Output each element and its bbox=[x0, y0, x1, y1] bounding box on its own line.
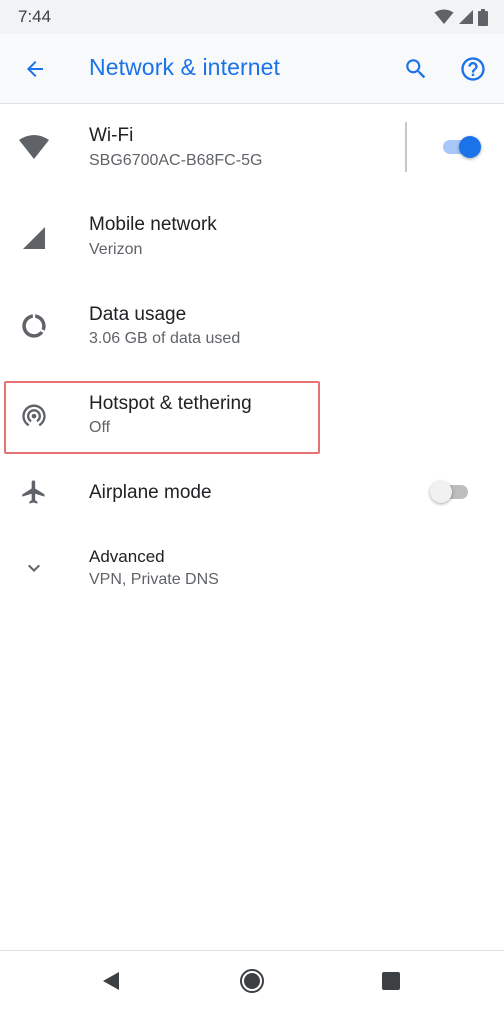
help-icon bbox=[461, 57, 485, 81]
mobile-network-row[interactable]: Mobile network Verizon bbox=[0, 191, 504, 280]
advanced-subtitle: VPN, Private DNS bbox=[89, 571, 219, 588]
wifi-toggle[interactable] bbox=[439, 136, 481, 158]
wifi-row[interactable]: Wi-Fi SBG6700AC-B68FC-5G bbox=[0, 103, 504, 191]
nav-back-button[interactable] bbox=[93, 963, 129, 999]
status-bar: 7:44 bbox=[0, 0, 504, 34]
nav-bar bbox=[0, 950, 504, 1009]
page-title: Network & internet bbox=[89, 54, 280, 80]
advanced-title: Advanced bbox=[89, 547, 165, 566]
airplane-icon bbox=[16, 474, 52, 510]
signal-icon bbox=[16, 220, 52, 256]
back-button[interactable] bbox=[14, 48, 56, 90]
recents-square-icon bbox=[382, 972, 400, 990]
home-circle-icon bbox=[240, 969, 264, 993]
data-usage-subtitle: 3.06 GB of data used bbox=[89, 330, 241, 347]
status-icons bbox=[434, 8, 488, 26]
airplane-mode-toggle[interactable] bbox=[430, 481, 472, 503]
back-triangle-icon bbox=[103, 972, 119, 990]
wifi-subtitle: SBG6700AC-B68FC-5G bbox=[89, 152, 263, 169]
data-usage-row[interactable]: Data usage 3.06 GB of data used bbox=[0, 280, 504, 369]
wifi-divider bbox=[405, 122, 407, 172]
signal-icon bbox=[459, 10, 473, 24]
advanced-row[interactable]: Advanced VPN, Private DNS bbox=[0, 526, 504, 608]
wifi-icon bbox=[16, 129, 52, 165]
hotspot-highlight bbox=[4, 381, 320, 454]
airplane-mode-title: Airplane mode bbox=[89, 482, 212, 503]
search-button[interactable] bbox=[395, 48, 437, 90]
wifi-title: Wi-Fi bbox=[89, 125, 134, 146]
data-usage-title: Data usage bbox=[89, 304, 187, 325]
mobile-network-title: Mobile network bbox=[89, 214, 217, 235]
status-time: 7:44 bbox=[18, 7, 52, 26]
help-button[interactable] bbox=[452, 48, 494, 90]
back-arrow-icon bbox=[27, 61, 43, 77]
nav-recents-button[interactable] bbox=[373, 963, 409, 999]
airplane-mode-row[interactable]: Airplane mode bbox=[0, 458, 504, 526]
data-usage-icon bbox=[16, 308, 52, 344]
mobile-network-subtitle: Verizon bbox=[89, 241, 143, 258]
nav-home-button[interactable] bbox=[234, 963, 270, 999]
app-bar: Network & internet bbox=[0, 34, 504, 104]
chevron-down-icon bbox=[16, 550, 52, 586]
wifi-icon bbox=[434, 9, 454, 24]
search-icon bbox=[406, 59, 426, 79]
battery-icon bbox=[478, 8, 488, 26]
